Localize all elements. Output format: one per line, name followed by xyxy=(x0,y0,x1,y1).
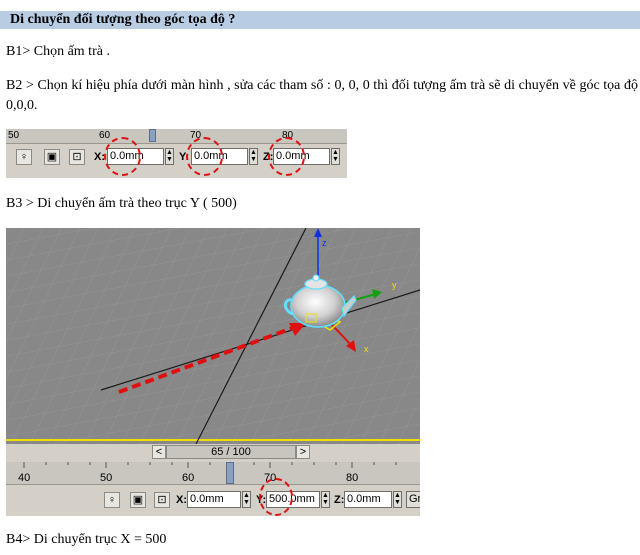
z-label: Z: xyxy=(334,494,345,506)
ruler-tick: 60 xyxy=(182,472,195,484)
lock-icon[interactable]: ▣ xyxy=(44,149,60,165)
transform-toolbar: ♀ ▣ ⊡ X: 0.0mm ▲ ▼ Y: 500.0mm ▲ ▼ Z: 0.0mm… xyxy=(6,486,420,516)
3d-viewport[interactable]: z y x xyxy=(6,228,420,444)
annotation-circle xyxy=(259,478,293,516)
x-axis-label: x xyxy=(364,344,369,354)
z-spinner[interactable]: ▲ ▼ xyxy=(331,148,340,165)
ruler-tick: 50 xyxy=(8,130,20,141)
coordinate-toolbar-screenshot: 50 60 70 80 ♀ ▣ ⊡ X: 0.0mm ▲ ▼ Y: 0.0mm ▲… xyxy=(6,129,347,178)
coordinate-toolbar-screenshot-2: 40 50 60 70 80 ♀ ▣ ⊡ X: 0.0mm ▲ ▼ Y: 500.… xyxy=(6,460,420,516)
key-icon[interactable]: ♀ xyxy=(104,492,120,508)
step-3-text: B3 > Di chuyển ấm trà theo trục Y ( 500) xyxy=(6,196,237,211)
step-4-text: B4> Di chuyển trục X = 500 xyxy=(6,532,167,547)
x-spinner[interactable]: ▲ ▼ xyxy=(165,148,174,165)
time-slider-thumb[interactable] xyxy=(226,462,234,484)
ruler-tick: 50 xyxy=(100,472,113,484)
ruler-tick: 40 xyxy=(18,472,31,484)
lock-icon[interactable]: ▣ xyxy=(130,492,146,508)
y-spinner[interactable]: ▲ ▼ xyxy=(249,148,258,165)
absolute-mode-icon[interactable]: ⊡ xyxy=(154,492,170,508)
ruler-tick: 80 xyxy=(346,472,359,484)
y-spinner[interactable]: ▲ ▼ xyxy=(321,491,330,508)
time-slider-thumb[interactable] xyxy=(149,129,156,142)
next-frame-button[interactable]: > xyxy=(296,445,310,459)
key-icon[interactable]: ♀ xyxy=(16,149,32,165)
time-slider-bar: < 65 / 100 > xyxy=(6,444,420,460)
grid-setting-field[interactable]: Gr xyxy=(406,491,420,508)
absolute-mode-icon[interactable]: ⊡ xyxy=(69,149,85,165)
step-1-text: B1> Chọn ấm trà . xyxy=(6,44,110,59)
x-spinner[interactable]: ▲ ▼ xyxy=(242,491,251,508)
step-2-text: B2 > Chọn kí hiệu phía dưới màn hình , s… xyxy=(6,78,638,113)
annotation-circle xyxy=(268,137,305,176)
z-spinner[interactable]: ▲ ▼ xyxy=(393,491,402,508)
annotation-circle xyxy=(104,137,141,176)
section-heading: Di chuyển đối tượng theo góc tọa độ ? xyxy=(0,11,640,29)
y-axis-label: y xyxy=(392,280,397,290)
z-coordinate-field[interactable]: 0.0mm xyxy=(344,491,392,508)
x-coordinate-field[interactable]: 0.0mm xyxy=(187,491,241,508)
timeline-ruler: 40 50 60 70 80 xyxy=(6,462,420,485)
annotation-circle xyxy=(186,137,223,176)
x-label: X: xyxy=(176,494,187,506)
z-axis-label: z xyxy=(322,238,327,248)
viewport-scene: z y x xyxy=(6,228,420,444)
frame-counter[interactable]: 65 / 100 xyxy=(166,445,296,459)
ruler-tick: 60 xyxy=(99,130,111,141)
ruler-ticks xyxy=(23,462,397,468)
prev-frame-button[interactable]: < xyxy=(152,445,166,459)
